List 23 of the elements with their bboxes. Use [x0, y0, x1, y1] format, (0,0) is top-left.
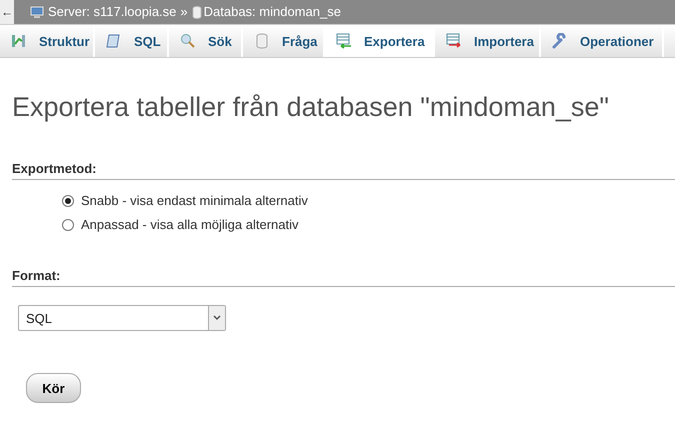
scroll-icon: [106, 33, 122, 49]
back-button[interactable]: ←: [0, 0, 14, 24]
structure-icon: [11, 33, 27, 49]
table-import-icon: [446, 33, 462, 49]
radio-option[interactable]: Anpassad - visa alla möjliga alternativ: [62, 217, 675, 232]
run-button[interactable]: Kör: [26, 373, 81, 403]
section-heading: Format:: [12, 268, 675, 287]
server-icon: [30, 6, 45, 18]
server-link[interactable]: Server: s117.loopia.se: [48, 0, 176, 24]
page-heading: Exportera tabeller från databasen "mindoman_se": [12, 91, 610, 123]
database-link[interactable]: Databas: mindoman_se: [204, 0, 341, 24]
format-dropdown[interactable]: SQL: [18, 305, 226, 331]
search-icon: [180, 33, 196, 49]
chevron-down-icon: [213, 315, 221, 321]
radio-option[interactable]: Snabb - visa endast minimala alternativ: [62, 193, 675, 208]
database-icon: [192, 6, 202, 18]
database-icon: [254, 33, 270, 49]
table-export-icon: [336, 33, 352, 49]
wrench-icon: [552, 33, 568, 49]
breadcrumb-separator: »: [180, 3, 188, 21]
radio-button[interactable]: [62, 194, 74, 206]
section-heading: Exportmetod:: [12, 161, 675, 180]
radio-button[interactable]: [62, 218, 74, 230]
